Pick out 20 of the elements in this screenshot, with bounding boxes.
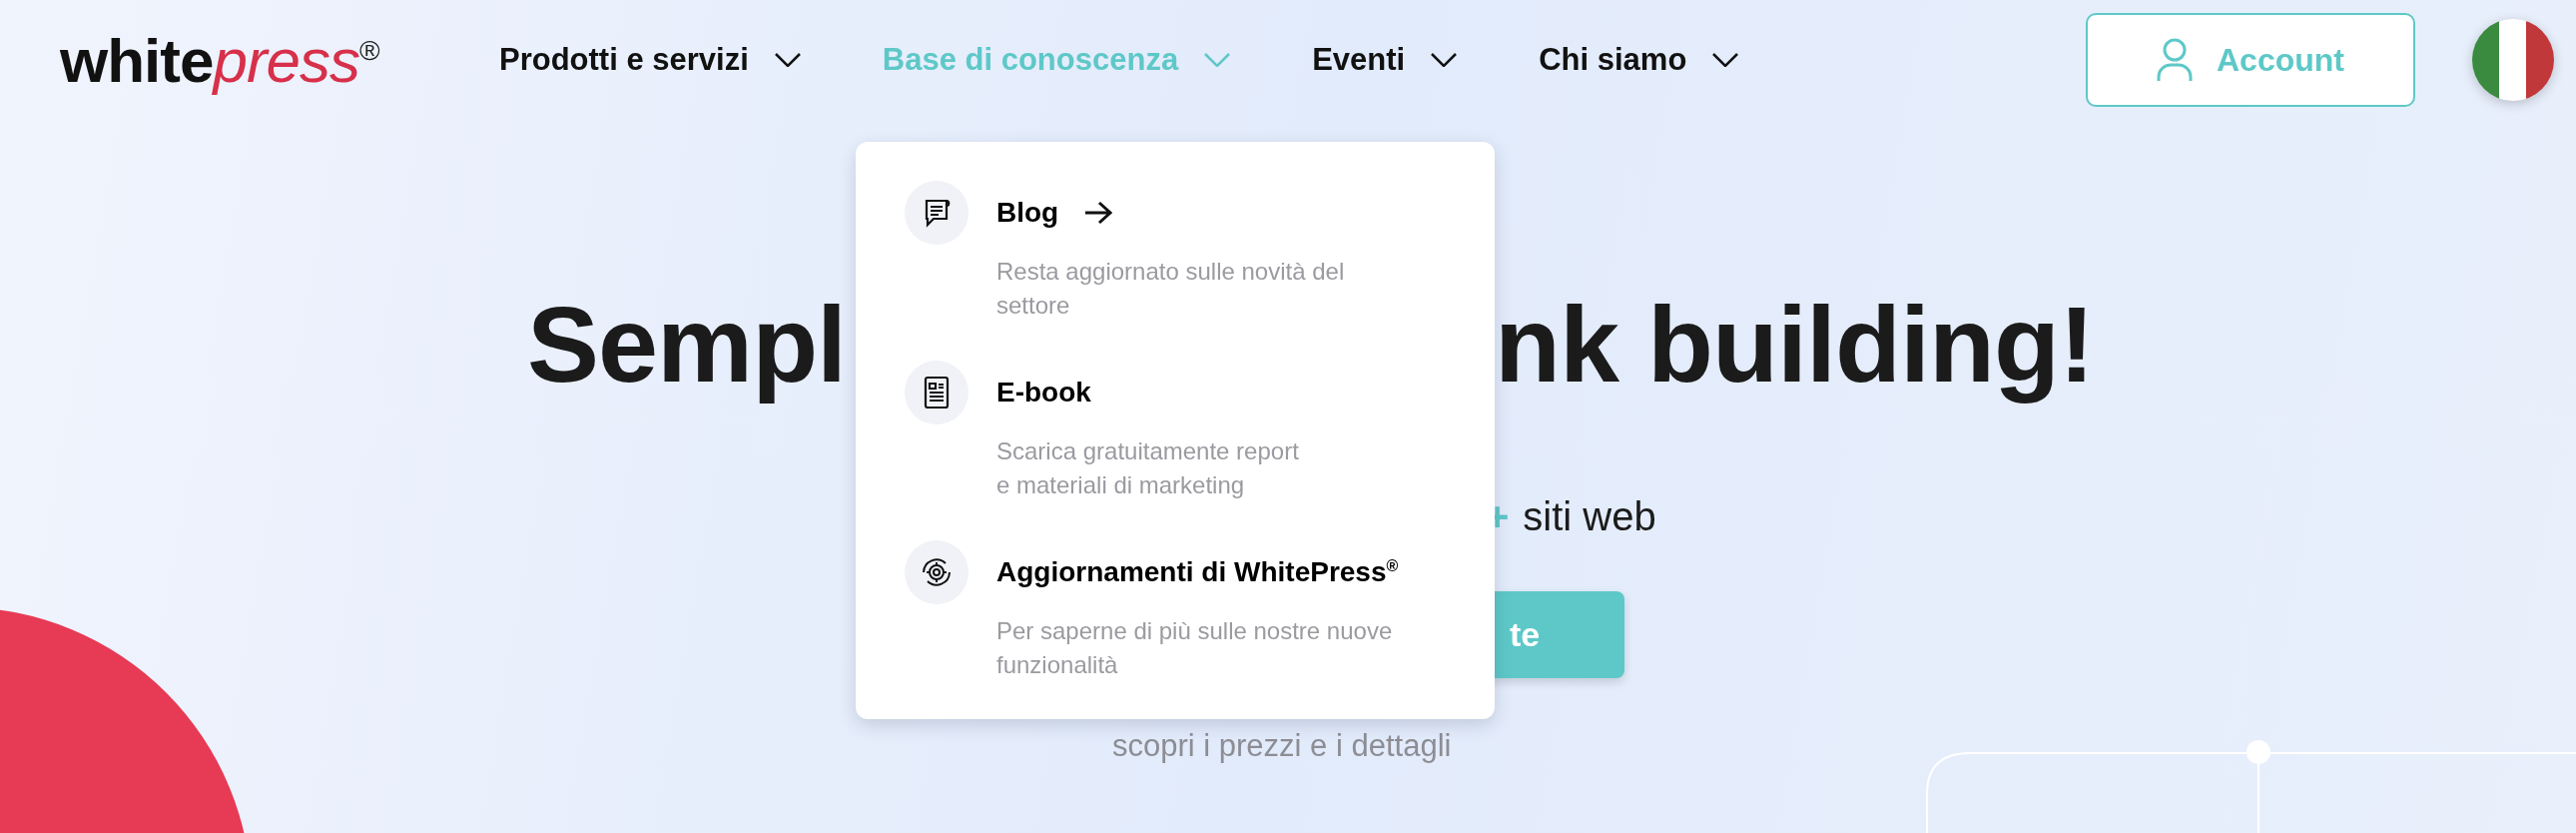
arrow-right-icon xyxy=(1084,201,1113,225)
tablet-icon xyxy=(924,376,950,410)
logo[interactable]: whitepress$^{®}$ xyxy=(60,24,499,96)
menu-item-description: Resta aggiornato sulle novità del settore xyxy=(996,257,1346,321)
menu-item-title[interactable]: E-book xyxy=(996,377,1495,409)
menu-item-description: Scarica gratuitamente report e materiali di marketing xyxy=(996,436,1300,500)
chevron-down-icon xyxy=(1431,53,1458,67)
nav-item[interactable]: Prodotti e servizi xyxy=(499,42,801,78)
hero-title: nk building! xyxy=(1495,283,2094,407)
flag-icon[interactable] xyxy=(2472,19,2554,101)
chevron-down-icon xyxy=(1204,53,1231,67)
nav-item[interactable]: Eventi xyxy=(1312,42,1458,78)
hero-title: Sempl xyxy=(527,283,847,407)
hero-subtitle: siti web xyxy=(1523,494,1656,539)
chevron-down-icon xyxy=(1712,53,1739,67)
menu-item-title[interactable]: Aggiornamenti di WhitePress$^{®}$ xyxy=(996,556,1495,588)
user-icon xyxy=(2157,38,2193,82)
nav-item[interactable]: Chi siamo xyxy=(1539,42,1739,78)
menu-item-title[interactable]: Blog xyxy=(996,197,1495,229)
chevron-down-icon xyxy=(774,53,801,67)
